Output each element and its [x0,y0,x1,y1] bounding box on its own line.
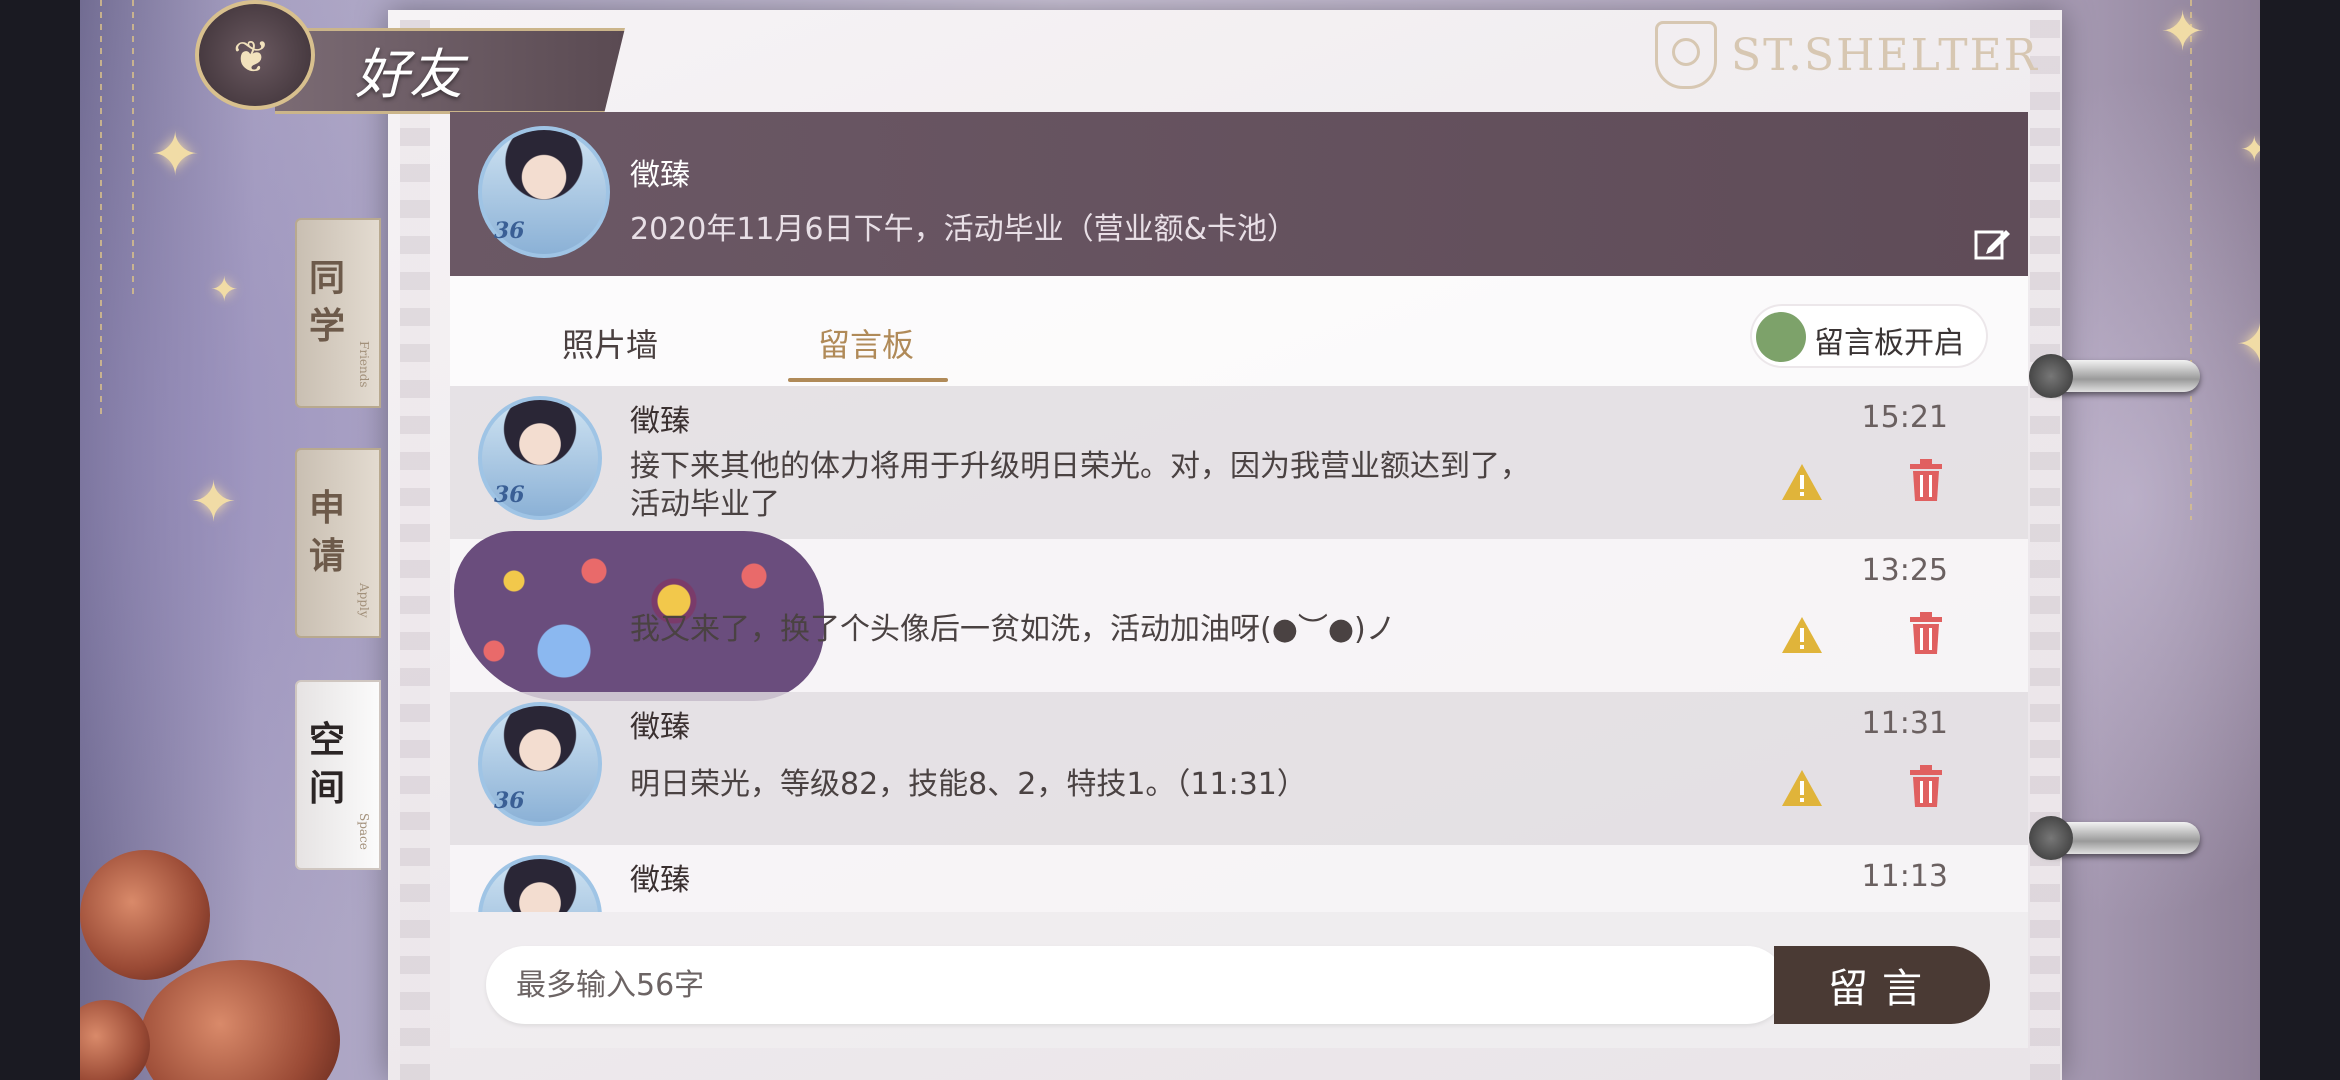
side-tab-apply[interactable]: 申请 Apply [295,448,381,638]
title-banner: ❦ 好友 [195,0,625,114]
sparkle-icon: ✦ [150,120,201,190]
message-item: 36 徵臻 明日荣光，等级82，技能8、2，特技1。（11:31） 11:31 [450,692,2028,845]
message-time: 13:25 [1861,553,1948,588]
side-tab-label: 同学 [309,257,346,347]
sparkle-icon: ✦ [2240,130,2260,170]
rose-decoration [80,1000,150,1080]
tab-message-board[interactable]: 留言板 [818,320,914,366]
message-item: 徵臻 11:13 [450,845,2028,912]
rose-decoration [80,850,210,980]
board-tabs: 照片墙 留言板 留言板开启 [450,276,2028,386]
brand-name: ST.SHELTER [1731,29,2039,81]
delete-trash-icon[interactable] [1908,611,1944,655]
profile-header: 36 徵臻 2020年11月6日下午，活动毕业（营业额&卡池） [450,112,2028,276]
page-title: 好友 [355,43,463,106]
message-text: 明日荣光，等级82，技能8、2，特技1。（11:31） [630,767,1307,802]
report-warning-icon[interactable] [1780,768,1824,808]
sparkle-icon: ✦ [2235,310,2260,380]
active-tab-indicator [788,378,948,382]
message-list[interactable]: 36 徵臻 接下来其他的体力将用于升级明日荣光。对，因为我营业额达到了，活动毕业… [450,386,2028,912]
avatar-level: 36 [494,788,525,814]
side-tab-label: 空间 [309,719,346,809]
side-tab-friends[interactable]: 同学 Friends [295,218,381,408]
rose-decoration [140,960,340,1080]
message-author: 徵臻 [630,404,690,439]
delete-trash-icon[interactable] [1908,764,1944,808]
message-author: 徵臻 [630,863,690,898]
report-warning-icon[interactable] [1780,615,1824,655]
message-item: 我又来了，换了个头像后一贫如洗，活动加油呀(●︶●)ノ 13:25 [450,531,2028,701]
avatar[interactable] [478,855,602,912]
message-author: 徵臻 [630,710,690,745]
binder-ring [2029,354,2200,398]
toggle-knob [1756,312,1806,362]
avatar-level: 36 [494,482,525,508]
brand-logo: ST.SHELTER [1655,20,2039,90]
message-input[interactable] [486,946,1786,1024]
edit-icon[interactable] [1972,224,2012,264]
tab-photo-wall[interactable]: 照片墙 [562,320,658,366]
report-warning-icon[interactable] [1780,462,1824,502]
side-tab-space[interactable]: 空间 Space [295,680,381,870]
profile-name: 徵臻 [630,158,690,193]
title-medal: ❦ [195,0,315,110]
side-tab-sublabel: Apply [357,583,371,618]
binder-ring [2029,816,2200,860]
page-border-left [400,20,430,1080]
sparkle-icon: ✦ [190,470,237,535]
crest-icon [1655,21,1717,89]
decor-chain [2190,0,2192,520]
page-border-right [2030,20,2060,1080]
message-board-toggle[interactable]: 留言板开启 [1750,304,1988,368]
toggle-label: 留言板开启 [1814,326,1964,361]
side-tab-label: 申请 [309,487,346,577]
sparkle-icon: ✦ [2160,0,2206,63]
message-composer: 留言 [450,912,2028,1048]
sparkle-icon: ✦ [210,270,239,310]
side-tab-sublabel: Space [357,813,371,850]
message-time: 15:21 [1861,400,1948,435]
delete-trash-icon[interactable] [1908,458,1944,502]
side-tab-sublabel: Friends [357,341,371,388]
message-text: 我又来了，换了个头像后一贫如洗，活动加油呀(●︶●)ノ [630,612,1396,647]
decor-chain [132,0,134,300]
message-item: 36 徵臻 接下来其他的体力将用于升级明日荣光。对，因为我营业额达到了，活动毕业… [450,386,2028,539]
decor-chain [100,0,102,420]
avatar-level: 36 [494,218,525,244]
profile-signature: 2020年11月6日下午，活动毕业（营业额&卡池） [630,212,1298,247]
message-text: 接下来其他的体力将用于升级明日荣光。对，因为我营业额达到了，活动毕业了 [630,449,1530,522]
post-message-button[interactable]: 留言 [1774,946,1990,1024]
butterfly-icon: ❦ [233,32,270,83]
message-time: 11:31 [1861,706,1948,741]
message-time: 11:13 [1861,859,1948,894]
